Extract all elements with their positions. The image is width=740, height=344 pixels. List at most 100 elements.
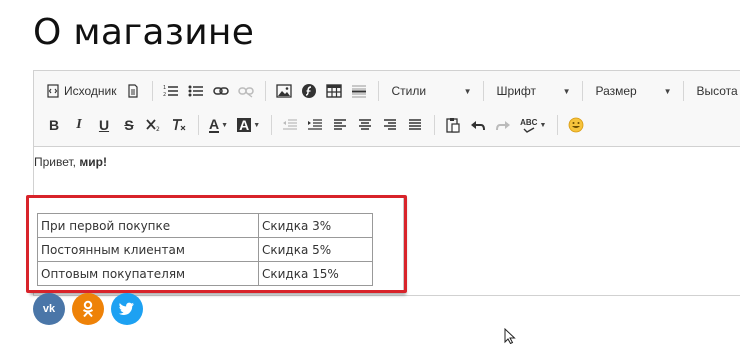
unlink-icon	[238, 87, 255, 98]
height-label: Высота	[696, 84, 738, 98]
toolbar-separator	[434, 115, 436, 135]
toolbar-separator	[683, 81, 685, 101]
svg-text:2: 2	[156, 126, 160, 132]
size-label: Размер	[595, 84, 637, 98]
toolbar-separator	[582, 81, 584, 101]
underline-icon: U	[98, 117, 110, 133]
bullet-list-button[interactable]	[184, 79, 208, 103]
table-cell-discount[interactable]: Скидка 3%	[258, 213, 373, 238]
toolbar-separator	[198, 115, 199, 135]
chevron-down-icon: ▼	[221, 121, 229, 129]
subscript-icon: 2	[146, 119, 160, 132]
background-color-button[interactable]: A ▼	[233, 113, 264, 137]
twitter-share-button[interactable]	[111, 293, 143, 325]
horizontal-rule-button[interactable]	[347, 79, 371, 103]
underline-button[interactable]: U	[92, 113, 116, 137]
image-button[interactable]	[272, 79, 296, 103]
toolbar-row-1: Исходник 12 Стили ▼ Шрифт ▼ Размер ▼ Выс…	[42, 78, 740, 104]
horizontal-rule-icon	[352, 85, 367, 98]
flash-icon	[302, 84, 317, 98]
italic-button[interactable]: I	[67, 113, 91, 137]
table-cell-label[interactable]: Оптовым покупателям	[37, 261, 259, 286]
table-cell-discount[interactable]: Скидка 5%	[258, 237, 373, 262]
font-dropdown[interactable]: Шрифт ▼	[490, 79, 576, 103]
paste-button[interactable]	[441, 113, 465, 137]
table-cell-label[interactable]: При первой покупке	[37, 213, 259, 238]
paste-icon	[446, 118, 460, 133]
text-color-icon: A	[209, 115, 220, 133]
styles-dropdown[interactable]: Стили ▼	[385, 79, 477, 103]
bullet-list-icon	[188, 85, 204, 97]
strikethrough-button[interactable]: S	[117, 113, 141, 137]
table-cell-discount[interactable]: Скидка 15%	[258, 261, 373, 286]
editor-toolbar: Исходник 12 Стили ▼ Шрифт ▼ Размер ▼ Выс…	[34, 71, 740, 147]
numbered-list-button[interactable]: 12	[159, 79, 183, 103]
toolbar-separator	[483, 81, 485, 101]
svg-text:1: 1	[163, 85, 166, 91]
table-row: Оптовым покупателям Скидка 15%	[37, 261, 373, 286]
svg-text:2: 2	[163, 92, 166, 98]
editor-content[interactable]: Привет, мир!	[34, 155, 107, 169]
italic-icon: I	[76, 117, 82, 132]
align-center-icon	[359, 119, 372, 130]
chevron-down-icon: ▼	[663, 86, 672, 96]
align-center-button[interactable]	[353, 113, 377, 137]
line-height-dropdown[interactable]: Высота	[690, 79, 740, 103]
spellcheck-glyph: ABC	[520, 117, 538, 127]
document-button[interactable]	[121, 79, 145, 103]
twitter-icon	[119, 302, 134, 315]
outdent-icon	[283, 119, 298, 130]
checkmark-icon	[523, 126, 535, 133]
image-icon	[276, 84, 293, 98]
emoji-button[interactable]	[564, 113, 588, 137]
greeting-text: Привет, мир!	[34, 155, 107, 169]
redo-icon	[496, 121, 511, 131]
justify-button[interactable]	[403, 113, 427, 137]
clear-formatting-icon	[173, 119, 186, 131]
text-color-button[interactable]: A ▼	[205, 113, 232, 137]
clear-formatting-button[interactable]	[167, 113, 191, 137]
undo-button[interactable]	[466, 113, 490, 137]
redo-button[interactable]	[491, 113, 515, 137]
indent-icon	[308, 119, 323, 130]
odnoklassniki-share-button[interactable]	[72, 293, 104, 325]
spellcheck-icon: ABC	[520, 118, 537, 133]
link-icon	[213, 87, 230, 95]
bold-button[interactable]: B	[42, 113, 66, 137]
toolbar-separator	[271, 115, 273, 135]
source-icon	[47, 84, 59, 98]
chevron-down-icon: ▼	[539, 121, 547, 129]
toolbar-row-2: B I U S 2 A ▼ A ▼ ABC ▼	[42, 112, 589, 138]
size-dropdown[interactable]: Размер ▼	[589, 79, 677, 103]
bold-icon: B	[48, 117, 60, 133]
greeting-bold: мир!	[79, 155, 107, 169]
greeting-plain: Привет,	[34, 155, 80, 169]
spellcheck-button[interactable]: ABC ▼	[516, 113, 550, 137]
toolbar-separator	[378, 81, 380, 101]
vk-icon: vk	[42, 303, 56, 315]
chevron-down-icon: ▼	[253, 121, 261, 129]
unlink-button[interactable]	[234, 79, 258, 103]
source-label: Исходник	[64, 84, 117, 98]
discount-table[interactable]: При первой покупке Скидка 3% Постоянным …	[37, 213, 373, 286]
align-left-icon	[334, 119, 347, 130]
subscript-button[interactable]: 2	[142, 113, 166, 137]
table-cell-label[interactable]: Постоянным клиентам	[37, 237, 259, 262]
styles-label: Стили	[391, 84, 427, 98]
indent-button[interactable]	[303, 113, 327, 137]
link-button[interactable]	[209, 79, 233, 103]
document-icon	[128, 84, 139, 98]
table-button[interactable]	[322, 79, 346, 103]
mouse-pointer-icon	[504, 328, 516, 344]
outdent-button[interactable]	[278, 113, 302, 137]
undo-icon	[471, 121, 486, 131]
odnoklassniki-icon	[82, 300, 94, 318]
table-preview: При первой покупке Скидка 3% Постоянным …	[28, 196, 404, 293]
vk-share-button[interactable]: vk	[33, 293, 65, 325]
align-right-button[interactable]	[378, 113, 402, 137]
chevron-down-icon: ▼	[463, 86, 472, 96]
chevron-down-icon: ▼	[562, 86, 571, 96]
align-left-button[interactable]	[328, 113, 352, 137]
source-button[interactable]: Исходник	[42, 79, 120, 103]
flash-button[interactable]	[297, 79, 321, 103]
